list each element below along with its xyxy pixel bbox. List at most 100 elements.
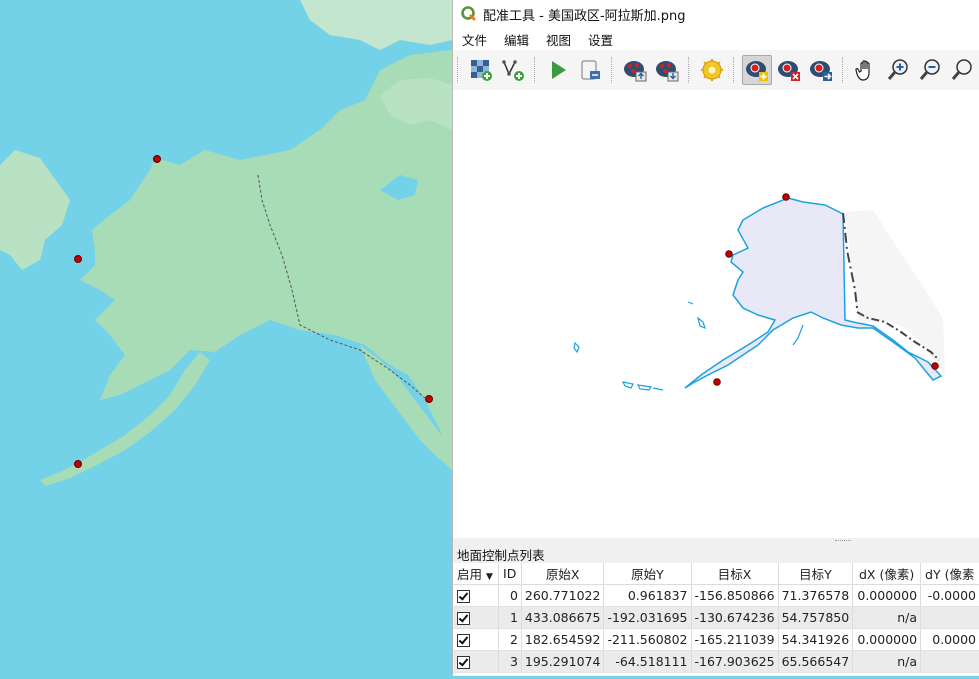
open-raster-button[interactable] [466, 55, 496, 85]
splitter-grip [835, 540, 851, 543]
gcp-panel-title: 地面控制点列表 [457, 548, 545, 563]
column-header-dx[interactable]: dX (像素) [852, 563, 922, 585]
dx-cell: n/a [852, 650, 922, 673]
dx-cell: n/a [852, 606, 922, 629]
dx-cell: 0.000000 [852, 584, 922, 607]
table-row[interactable]: 1 433.086675 -192.031695 -130.674236 54.… [453, 606, 979, 629]
gcp-header-row: 启用 ▼ ID 原始X 原始Y 目标X 目标Y dX (像素) dY (像素 [453, 563, 979, 585]
move-point-icon [810, 61, 832, 81]
save-gcp-button[interactable] [652, 55, 682, 85]
dest-x-cell[interactable]: -156.850866 [691, 584, 779, 607]
dest-y-cell[interactable]: 54.757850 [778, 606, 854, 629]
column-header-dy[interactable]: dY (像素 [920, 563, 979, 585]
menu-edit[interactable]: 编辑 [495, 30, 537, 49]
add-point-button[interactable] [742, 55, 772, 85]
id-cell[interactable]: 2 [498, 628, 522, 651]
column-header-enabled[interactable]: 启用 ▼ [453, 563, 499, 585]
start-georeferencing-button[interactable] [543, 55, 573, 85]
dy-cell: 0.0000 [920, 628, 979, 651]
alaska-raster [573, 193, 945, 391]
open-vector-icon [502, 60, 524, 81]
window-title: 配准工具 - 美国政区-阿拉斯加.png [483, 8, 686, 24]
dest-x-cell[interactable]: -130.674236 [691, 606, 779, 629]
id-cell[interactable]: 3 [498, 650, 522, 673]
menu-view[interactable]: 视图 [537, 30, 579, 49]
zoom-to-layer-icon [951, 59, 972, 80]
id-cell[interactable]: 0 [498, 584, 522, 607]
open-vector-button[interactable] [498, 55, 528, 85]
toolbar-separator [733, 57, 736, 83]
raster-canvas[interactable] [453, 90, 979, 539]
open-raster-icon [471, 60, 492, 81]
pan-icon [855, 60, 870, 81]
save-gcp-icon [656, 61, 679, 82]
pan-button[interactable] [851, 55, 881, 85]
enabled-cell[interactable] [453, 650, 499, 673]
column-header-source-y[interactable]: 原始Y [603, 563, 692, 585]
dy-cell [920, 606, 979, 629]
dest-y-cell[interactable]: 71.376578 [778, 584, 854, 607]
sort-down-icon: ▼ [486, 572, 493, 582]
gcp-table: 启用 ▼ ID 原始X 原始Y 目标X 目标Y dX (像素) dY (像素 0 … [453, 563, 979, 673]
source-y-cell[interactable]: 0.961837 [603, 584, 692, 607]
georeferencer-window: 配准工具 - 美国政区-阿拉斯加.png 文件 编辑 视图 设置 地面控制点列表… [452, 0, 979, 676]
basemap-canvas[interactable] [0, 0, 452, 676]
menu-settings[interactable]: 设置 [579, 30, 621, 49]
enabled-cell[interactable] [453, 628, 499, 651]
transformation-settings-button[interactable] [697, 55, 727, 85]
qgis-logo-icon [461, 6, 476, 21]
dx-cell: 0.000000 [852, 628, 922, 651]
panel-splitter[interactable] [453, 538, 979, 544]
toolbar-separator [688, 57, 691, 83]
toolbar-separator [534, 57, 537, 83]
generate-script-icon [581, 60, 600, 80]
enabled-checkbox[interactable] [457, 590, 470, 603]
table-row[interactable]: 0 260.771022 0.961837 -156.850866 71.376… [453, 584, 979, 607]
source-x-cell[interactable]: 195.291074 [521, 650, 605, 673]
load-gcp-button[interactable] [620, 55, 650, 85]
column-header-dest-y[interactable]: 目标Y [778, 563, 854, 585]
dy-cell: -0.0000 [920, 584, 979, 607]
zoom-in-icon [887, 59, 908, 80]
dest-y-cell[interactable]: 54.341926 [778, 628, 854, 651]
source-y-cell[interactable]: -192.031695 [603, 606, 692, 629]
load-gcp-icon [624, 61, 647, 82]
zoom-to-layer-button[interactable] [947, 55, 977, 85]
delete-point-icon [778, 61, 800, 81]
toolbar-separator [611, 57, 614, 83]
enabled-checkbox[interactable] [457, 656, 470, 669]
source-y-cell[interactable]: -64.518111 [603, 650, 692, 673]
enabled-checkbox[interactable] [457, 634, 470, 647]
dest-y-cell[interactable]: 65.566547 [778, 650, 854, 673]
gcp-table-container: 启用 ▼ ID 原始X 原始Y 目标X 目标Y dX (像素) dY (像素 0 … [453, 563, 979, 676]
delete-point-button[interactable] [774, 55, 804, 85]
menu-file[interactable]: 文件 [453, 30, 495, 49]
title-bar: 配准工具 - 美国政区-阿拉斯加.png [453, 0, 979, 28]
zoom-out-icon [919, 59, 940, 80]
dest-x-cell[interactable]: -165.211039 [691, 628, 779, 651]
table-row[interactable]: 2 182.654592 -211.560802 -165.211039 54.… [453, 628, 979, 651]
column-header-dest-x[interactable]: 目标X [691, 563, 779, 585]
dy-cell [920, 650, 979, 673]
transformation-settings-icon [701, 59, 723, 81]
column-header-source-x[interactable]: 原始X [521, 563, 605, 585]
zoom-in-button[interactable] [883, 55, 913, 85]
source-x-cell[interactable]: 433.086675 [521, 606, 605, 629]
enabled-cell[interactable] [453, 606, 499, 629]
move-point-button[interactable] [806, 55, 836, 85]
toolbar-handle[interactable] [457, 57, 460, 83]
enabled-cell[interactable] [453, 584, 499, 607]
source-x-cell[interactable]: 182.654592 [521, 628, 605, 651]
column-header-id[interactable]: ID [498, 563, 522, 585]
source-x-cell[interactable]: 260.771022 [521, 584, 605, 607]
toolbar [453, 50, 979, 91]
id-cell[interactable]: 1 [498, 606, 522, 629]
source-y-cell[interactable]: -211.560802 [603, 628, 692, 651]
enabled-checkbox[interactable] [457, 612, 470, 625]
toolbar-separator [842, 57, 845, 83]
dest-x-cell[interactable]: -167.903625 [691, 650, 779, 673]
zoom-out-button[interactable] [915, 55, 945, 85]
table-row[interactable]: 3 195.291074 -64.518111 -167.903625 65.5… [453, 650, 979, 673]
generate-script-button[interactable] [575, 55, 605, 85]
add-point-icon [746, 61, 768, 81]
